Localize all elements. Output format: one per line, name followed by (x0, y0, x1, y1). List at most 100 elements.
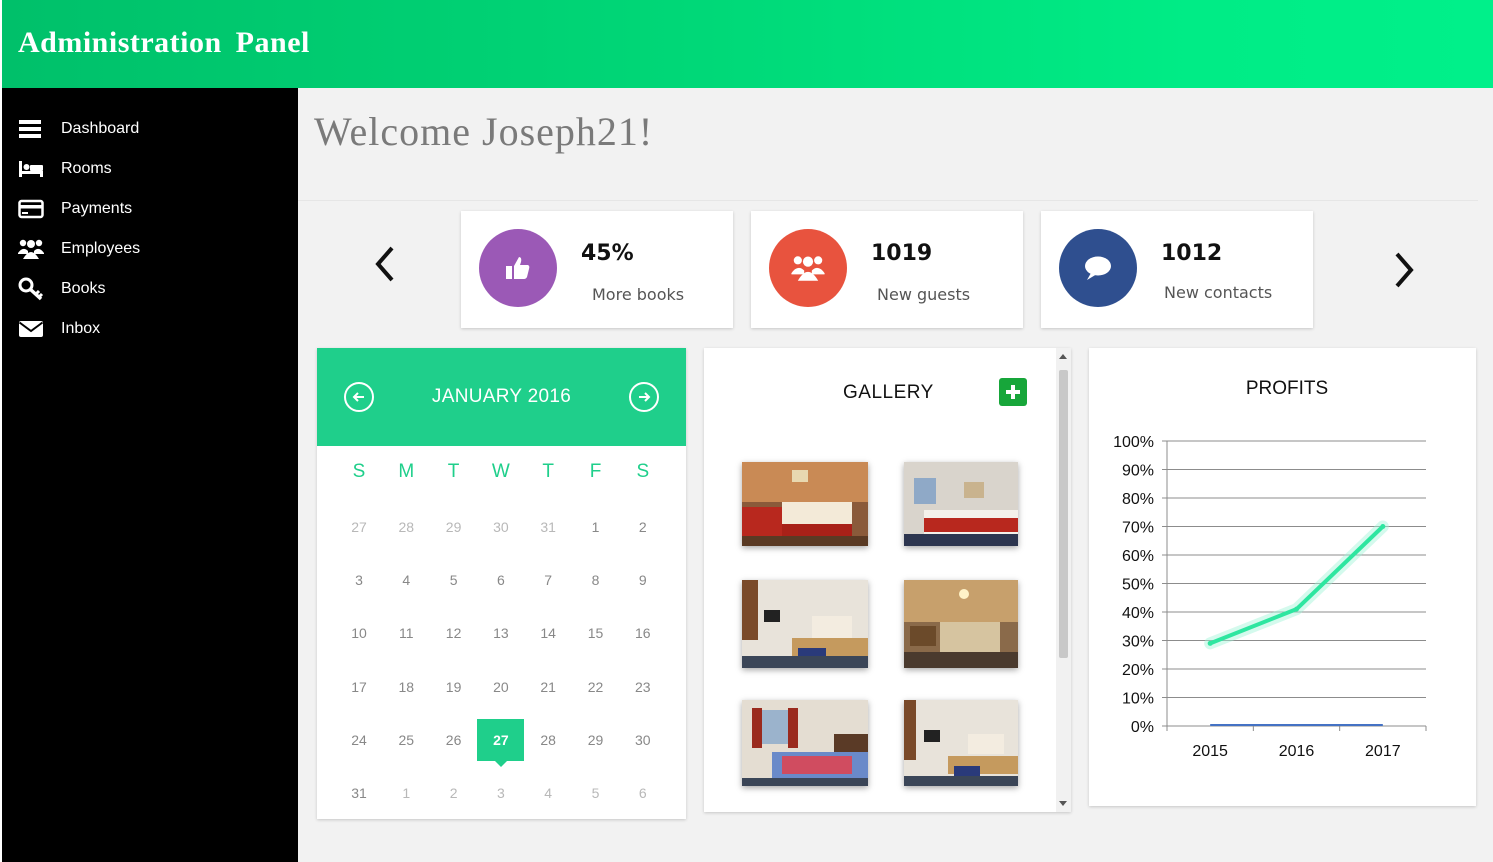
gallery-photo[interactable] (904, 580, 1018, 668)
gallery-photo[interactable] (742, 462, 868, 546)
calendar-day[interactable]: 2 (623, 514, 663, 540)
calendar-weekday: M (398, 461, 415, 482)
gallery-photo[interactable] (904, 462, 1018, 546)
calendar-day[interactable]: 23 (623, 674, 663, 700)
calendar-day[interactable]: 29 (576, 727, 616, 753)
calendar-day[interactable]: 10 (339, 620, 379, 646)
calendar-day-selected[interactable]: 27 (477, 718, 525, 767)
sidebar-item-payments[interactable]: Payments (18, 194, 132, 224)
chevron-right-icon (1395, 252, 1414, 288)
calendar-weekday: S (636, 461, 650, 482)
gallery-photo[interactable] (904, 700, 1018, 786)
calendar-day[interactable]: 3 (339, 567, 379, 593)
gallery-photo[interactable] (742, 580, 868, 668)
calendar-day[interactable]: 24 (339, 727, 379, 753)
calendar-day[interactable]: 26 (434, 727, 474, 753)
calendar-day[interactable]: 18 (386, 674, 426, 700)
calendar-header: JANUARY 2016 (317, 348, 686, 446)
sidebar-item-label: Inbox (61, 320, 101, 337)
calendar-day[interactable]: 29 (434, 514, 474, 540)
calendar-day[interactable]: 4 (528, 780, 568, 806)
calendar-day[interactable]: 4 (386, 567, 426, 593)
gallery-scrollbar[interactable] (1056, 348, 1071, 812)
sidebar-item-label: Dashboard (61, 120, 140, 137)
y-tick-label: 70% (1122, 520, 1154, 537)
carousel-prev-button[interactable] (370, 242, 400, 286)
gallery-photo[interactable] (742, 700, 868, 786)
calendar-day[interactable]: 5 (434, 567, 474, 593)
calendar-day[interactable]: 20 (481, 674, 521, 700)
scrollbar-thumb[interactable] (1059, 370, 1068, 658)
sidebar-item-rooms[interactable]: Rooms (18, 154, 112, 184)
calendar-widget: JANUARY 2016 S M T W T F S 27 28 29 30 31 1 2 3 4 5 6 7 8 9 1… (317, 348, 686, 819)
calendar-day[interactable]: 25 (386, 727, 426, 753)
x-tick-label: 2017 (1365, 743, 1401, 760)
calendar-weekday: T (447, 461, 460, 482)
calendar-day[interactable]: 30 (623, 727, 663, 753)
calendar-day[interactable]: 7 (528, 567, 568, 593)
y-tick-label: 80% (1122, 491, 1154, 508)
calendar-day[interactable]: 19 (434, 674, 474, 700)
calendar-day[interactable]: 5 (576, 780, 616, 806)
stat-card-guests[interactable]: 1019 New guests (751, 211, 1023, 328)
calendar-day[interactable]: 1 (576, 514, 616, 540)
calendar-day[interactable]: 31 (339, 780, 379, 806)
calendar-day[interactable]: 28 (386, 514, 426, 540)
y-tick-label: 20% (1122, 662, 1154, 679)
bed-icon (18, 157, 48, 181)
calendar-day[interactable]: 8 (576, 567, 616, 593)
calendar-day[interactable]: 17 (339, 674, 379, 700)
plus-icon (1006, 385, 1020, 399)
sidebar-item-label: Books (61, 280, 106, 297)
calendar-day[interactable]: 28 (528, 727, 568, 753)
calendar-day[interactable]: 6 (623, 780, 663, 806)
calendar-day[interactable]: 16 (623, 620, 663, 646)
calendar-weekday: T (542, 461, 554, 482)
x-tick-label: 2016 (1279, 743, 1315, 760)
calendar-day[interactable]: 3 (481, 780, 521, 806)
data-point (1207, 640, 1213, 646)
credit-card-icon (18, 197, 48, 221)
sidebar-item-label: Payments (61, 200, 133, 217)
sidebar-item-books[interactable]: Books (18, 274, 105, 304)
menu-icon (18, 117, 48, 141)
chat-bubble-icon (1059, 229, 1137, 307)
y-tick-label: 10% (1122, 691, 1154, 708)
stat-value: 1019 (871, 241, 933, 266)
calendar-day[interactable]: 30 (481, 514, 521, 540)
calendar-day[interactable]: 6 (481, 567, 521, 593)
carousel-next-button[interactable] (1389, 248, 1419, 292)
calendar-day[interactable]: 22 (576, 674, 616, 700)
stat-value: 1012 (1161, 241, 1223, 266)
calendar-day[interactable]: 12 (434, 620, 474, 646)
stat-card-books[interactable]: 45% More books (461, 211, 733, 328)
add-photo-button[interactable] (999, 378, 1027, 406)
calendar-day[interactable]: 2 (434, 780, 474, 806)
calendar-day[interactable]: 31 (528, 514, 568, 540)
calendar-day[interactable]: 11 (386, 620, 426, 646)
data-point (1380, 524, 1386, 529)
y-tick-label: 100% (1113, 434, 1154, 451)
scroll-down-icon[interactable] (1059, 801, 1067, 806)
scroll-up-icon[interactable] (1059, 354, 1067, 359)
calendar-day[interactable]: 13 (481, 620, 521, 646)
calendar-day[interactable]: 27 (339, 514, 379, 540)
sidebar-item-label: Rooms (61, 160, 112, 177)
y-tick-label: 60% (1122, 548, 1154, 565)
divider (298, 200, 1478, 201)
calendar-weekday: S (352, 461, 366, 482)
calendar-day[interactable]: 14 (528, 620, 568, 646)
stat-card-contacts[interactable]: 1012 New contacts (1041, 211, 1313, 328)
y-tick-label: 90% (1122, 463, 1154, 480)
thumbs-up-icon (479, 229, 557, 307)
calendar-day[interactable]: 1 (386, 780, 426, 806)
calendar-next-button[interactable] (629, 382, 659, 412)
sidebar-item-employees[interactable]: Employees (18, 234, 140, 264)
sidebar-item-inbox[interactable]: Inbox (18, 314, 100, 344)
sidebar-item-dashboard[interactable]: Dashboard (18, 114, 139, 144)
welcome-heading: Welcome Joseph21! (314, 109, 654, 154)
calendar-day[interactable]: 9 (623, 567, 663, 593)
calendar-day[interactable]: 15 (576, 620, 616, 646)
calendar-day[interactable]: 21 (528, 674, 568, 700)
sidebar-item-label: Employees (61, 240, 141, 257)
